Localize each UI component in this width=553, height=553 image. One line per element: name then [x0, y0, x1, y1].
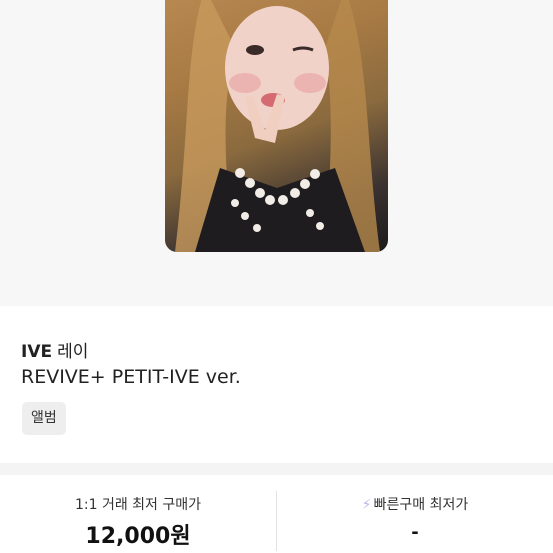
lowest-1on1-label: 1:1 거래 최저 구매가 — [74, 497, 202, 513]
member-name: 레이 — [57, 342, 89, 362]
lowest-1on1-price[interactable]: 1:1 거래 최저 구매가 12,000원 — [0, 475, 276, 553]
quick-buy-label: 빠른구매 최저가 — [373, 497, 469, 513]
product-title: IVE 레이 — [21, 337, 88, 362]
lowest-1on1-value: 12,000원 — [85, 524, 191, 549]
product-image-area — [0, 0, 553, 306]
product-info: IVE 레이 REVIVE+ PETIT-IVE ver. 앨범 — [0, 306, 553, 463]
price-summary: 1:1 거래 최저 구매가 12,000원 ⚡ 빠른구매 최저가 - — [0, 475, 553, 553]
album-version: REVIVE+ PETIT-IVE ver. — [21, 366, 241, 388]
quick-buy-price[interactable]: ⚡ 빠른구매 최저가 - — [277, 475, 553, 553]
category-tag[interactable]: 앨범 — [22, 402, 66, 435]
lightning-icon: ⚡ — [361, 497, 372, 513]
quick-buy-value: - — [411, 522, 419, 543]
brand-name: IVE — [21, 342, 53, 362]
section-divider — [0, 463, 553, 475]
product-photo[interactable] — [165, 0, 388, 252]
photo-illustration — [175, 0, 380, 252]
